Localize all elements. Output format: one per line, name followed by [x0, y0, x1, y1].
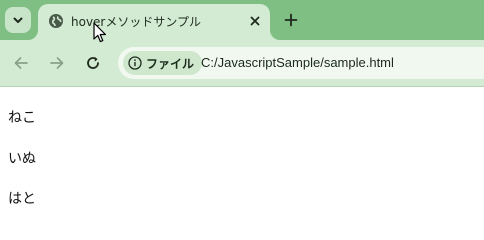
active-tab[interactable]: hoverメソッドサンプル: [38, 4, 270, 40]
back-button[interactable]: [9, 51, 33, 75]
reload-icon: [87, 56, 99, 69]
address-bar[interactable]: ファイル C:/JavascriptSample/sample.html: [118, 47, 484, 79]
list-item: はと: [8, 191, 36, 207]
plus-icon: [284, 13, 298, 27]
reload-button[interactable]: [81, 51, 105, 75]
forward-arrow-icon: [50, 57, 64, 69]
list-item: ねこ: [8, 110, 36, 126]
forward-button[interactable]: [45, 51, 69, 75]
info-icon: [128, 56, 142, 70]
browser-toolbar: ファイル C:/JavascriptSample/sample.html: [0, 40, 484, 87]
browser-window: hoverメソッドサンプル ファイル C:/JavascriptSample/s…: [0, 0, 484, 234]
tab-strip: hoverメソッドサンプル: [0, 0, 484, 40]
tab-title: hoverメソッドサンプル: [71, 15, 202, 29]
url-text[interactable]: C:/JavascriptSample/sample.html: [201, 55, 394, 70]
list-item: いぬ: [8, 151, 36, 167]
page-content: ねこ いぬ はと: [0, 87, 484, 234]
site-info-chip[interactable]: ファイル: [123, 51, 203, 75]
close-icon: [250, 16, 260, 26]
site-chip-label: ファイル: [146, 56, 195, 71]
chevron-down-icon: [13, 17, 23, 23]
new-tab-button[interactable]: [279, 8, 303, 32]
back-arrow-icon: [14, 57, 28, 69]
tab-close-button[interactable]: [245, 11, 265, 31]
globe-icon: [49, 14, 63, 28]
mouse-pointer-icon: [93, 22, 106, 43]
